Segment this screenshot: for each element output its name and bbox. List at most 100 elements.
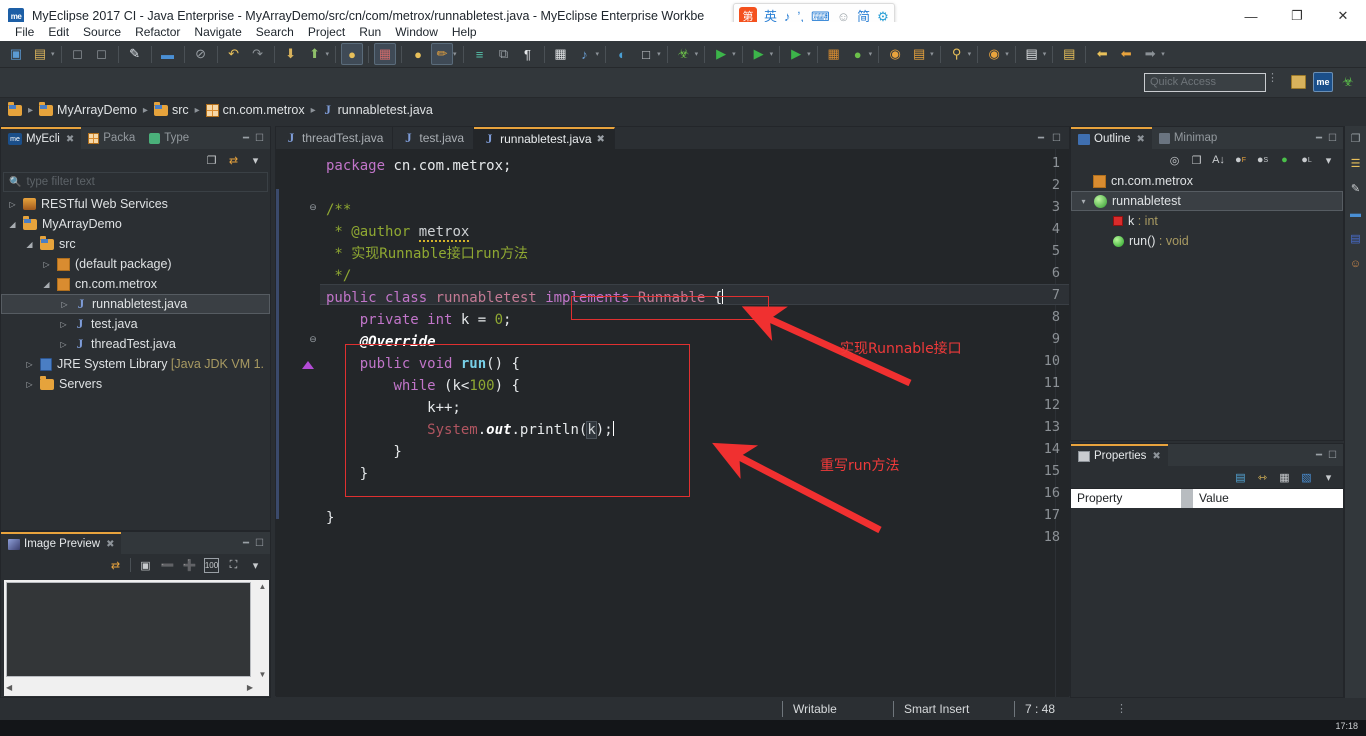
tab-outline[interactable]: Outline ✖ bbox=[1071, 127, 1152, 149]
tab-minimap[interactable]: Minimap bbox=[1152, 127, 1224, 149]
view-menu-icon[interactable]: ▾ bbox=[1321, 153, 1336, 168]
open-perspective-icon[interactable] bbox=[1288, 72, 1308, 92]
open-database-button[interactable]: ▦ bbox=[550, 43, 572, 65]
collapse-arrow-icon[interactable]: ▾ bbox=[1078, 197, 1089, 206]
export-button[interactable]: ▤ bbox=[1058, 43, 1080, 65]
ime-language-icon[interactable]: 英 bbox=[764, 10, 777, 23]
code-area[interactable]: package cn.com.metrox; /** * @author metr… bbox=[276, 149, 1069, 697]
console-icon[interactable]: ▬ bbox=[1347, 205, 1364, 222]
next-annotation-button[interactable]: ⬇ bbox=[280, 43, 302, 65]
zoom-in-icon[interactable]: ➕ bbox=[182, 558, 197, 573]
new-java-class-button[interactable]: ● bbox=[847, 43, 869, 65]
source-code[interactable]: package cn.com.metrox; /** * @author metr… bbox=[320, 149, 1069, 697]
back-button[interactable]: ⬅ bbox=[1091, 43, 1113, 65]
maximize-panel-icon[interactable]: ☐ bbox=[1328, 450, 1337, 461]
toolbar-dropdown-arrow[interactable]: ▾ bbox=[453, 50, 457, 58]
tab-myeclipse-explorer[interactable]: me MyEcli ✖ bbox=[1, 127, 82, 149]
editor-tab-runnabletest[interactable]: J runnabletest.java ✖ bbox=[474, 127, 615, 149]
edit-file-button[interactable]: ✎ bbox=[124, 43, 146, 65]
open-console-button[interactable]: ▬ bbox=[157, 43, 179, 65]
save-button[interactable]: ◻ bbox=[67, 43, 89, 65]
close-icon[interactable]: ✖ bbox=[106, 539, 114, 550]
ime-tone-icon[interactable]: ♪ bbox=[784, 10, 791, 23]
menu-run[interactable]: Run bbox=[352, 24, 388, 40]
snippets-icon[interactable]: ☺ bbox=[1347, 255, 1364, 272]
toggle-breadcrumb-button[interactable]: ● bbox=[341, 43, 364, 65]
toolbar-dropdown-arrow[interactable]: ▾ bbox=[930, 50, 934, 58]
toolbar-dropdown-arrow[interactable]: ▾ bbox=[1161, 50, 1165, 58]
menu-file[interactable]: File bbox=[8, 24, 41, 40]
fold-toggle-icon[interactable]: ⊖ bbox=[308, 202, 318, 212]
outline-item-cn-com-metrox[interactable]: cn.com.metrox bbox=[1071, 171, 1343, 191]
sort-icon[interactable]: A↓ bbox=[1211, 153, 1226, 168]
view-menu-icon[interactable]: ▾ bbox=[248, 558, 263, 573]
fold-toggle-icon[interactable]: ⊖ bbox=[308, 334, 318, 344]
close-icon[interactable]: ✖ bbox=[597, 134, 605, 145]
previous-annotation-button[interactable]: ⬆ bbox=[304, 43, 326, 65]
save-all-button[interactable]: ◻ bbox=[91, 43, 113, 65]
maximize-panel-icon[interactable]: ☐ bbox=[255, 133, 264, 144]
tree-item-src[interactable]: ◢ src bbox=[1, 234, 270, 254]
open-web-browser-button[interactable]: ◐ bbox=[611, 43, 633, 65]
servers-icon[interactable]: ☰ bbox=[1347, 155, 1364, 172]
db-browser-icon[interactable]: ▤ bbox=[1347, 230, 1364, 247]
zoom-out-icon[interactable]: ➖ bbox=[160, 558, 175, 573]
minimize-panel-icon[interactable]: ━ bbox=[243, 538, 249, 549]
hide-non-public-icon[interactable]: ● bbox=[1277, 153, 1292, 168]
outline-item-run-void[interactable]: run() : void bbox=[1071, 231, 1343, 251]
ime-punct-icon[interactable]: ʼ, bbox=[798, 10, 805, 23]
menu-source[interactable]: Source bbox=[76, 24, 128, 40]
toolbar-dropdown-arrow[interactable]: ▾ bbox=[326, 50, 330, 58]
format-source-button[interactable]: ≡ bbox=[469, 43, 491, 65]
status-overflow-icon[interactable]: ⋮ bbox=[1116, 703, 1127, 714]
expand-arrow-icon[interactable]: ▷ bbox=[41, 260, 52, 269]
toolbar-dropdown-arrow[interactable]: ▾ bbox=[1005, 50, 1009, 58]
tree-item-cn-com-metrox[interactable]: ◢ cn.com.metrox bbox=[1, 274, 270, 294]
toolbar-dropdown-arrow[interactable]: ▾ bbox=[596, 50, 600, 58]
minimize-editor-icon[interactable]: ━ bbox=[1038, 133, 1044, 144]
menu-window[interactable]: Window bbox=[388, 24, 445, 40]
forward-button[interactable]: ➡ bbox=[1139, 43, 1161, 65]
tab-properties[interactable]: Properties ✖ bbox=[1071, 444, 1168, 466]
hide-static-icon[interactable]: ● S bbox=[1255, 153, 1270, 168]
close-icon[interactable]: ✖ bbox=[66, 134, 74, 145]
expand-arrow-icon[interactable]: ▷ bbox=[58, 340, 69, 349]
toolbar-dropdown-arrow[interactable]: ▾ bbox=[51, 50, 55, 58]
toolbar-overflow-icon[interactable]: ⋮ bbox=[1267, 73, 1278, 84]
tree-item-servers[interactable]: ▷ Servers bbox=[1, 374, 270, 394]
tab-type-hierarchy[interactable]: Type bbox=[142, 127, 196, 149]
hide-local-icon[interactable]: ● L bbox=[1299, 153, 1314, 168]
maximize-panel-icon[interactable]: ☐ bbox=[1328, 133, 1337, 144]
menu-edit[interactable]: Edit bbox=[41, 24, 76, 40]
open-type-button[interactable]: ◉ bbox=[884, 43, 906, 65]
toolbar-dropdown-arrow[interactable]: ▾ bbox=[1043, 50, 1047, 58]
expand-arrow-icon[interactable]: ▷ bbox=[24, 380, 35, 389]
outline-item-runnabletest[interactable]: ▾ runnabletest bbox=[1071, 191, 1343, 211]
view-menu-icon[interactable]: ▾ bbox=[1321, 470, 1336, 485]
ime-user-icon[interactable]: ☺ bbox=[837, 10, 850, 23]
editor-tab-test[interactable]: J test.java bbox=[393, 127, 475, 149]
forward-prev-button[interactable]: ⬅ bbox=[1115, 43, 1137, 65]
maximize-editor-icon[interactable]: ☐ bbox=[1052, 133, 1061, 144]
restore-default-icon[interactable]: ▦ bbox=[1277, 470, 1292, 485]
hide-fields-icon[interactable]: ● F bbox=[1233, 153, 1248, 168]
tree-item-default-package[interactable]: ▷ (default package) bbox=[1, 254, 270, 274]
toolbar-dropdown-arrow[interactable]: ▾ bbox=[732, 50, 736, 58]
run-external-tools-button[interactable]: ▶ bbox=[748, 43, 770, 65]
quick-access-input[interactable]: Quick Access bbox=[1144, 73, 1266, 92]
collapse-arrow-icon[interactable]: ◢ bbox=[41, 280, 52, 289]
ime-settings-icon[interactable]: ⚙ bbox=[877, 10, 889, 23]
preview-pane-button[interactable]: ● bbox=[407, 43, 429, 65]
open-resource-button[interactable]: ▤ bbox=[908, 43, 930, 65]
tree-item-threadtest-java[interactable]: ▷ JthreadTest.java bbox=[1, 334, 270, 354]
close-icon[interactable]: ✖ bbox=[1136, 134, 1144, 145]
ime-keyboard-icon[interactable]: ⌨ bbox=[811, 10, 830, 23]
minimize-panel-icon[interactable]: ━ bbox=[1316, 133, 1322, 144]
maximize-panel-icon[interactable]: ☐ bbox=[255, 538, 264, 549]
redo-button[interactable]: ↷ bbox=[247, 43, 269, 65]
toolbar-dropdown-arrow[interactable]: ▾ bbox=[695, 50, 699, 58]
tree-item-restful-web-services[interactable]: ▷ RESTful Web Services bbox=[1, 194, 270, 214]
toolbar-dropdown-arrow[interactable]: ▾ bbox=[807, 50, 811, 58]
debug-perspective-icon[interactable]: ☣ bbox=[1338, 72, 1358, 92]
debug-as-button[interactable]: ☣ bbox=[673, 43, 695, 65]
